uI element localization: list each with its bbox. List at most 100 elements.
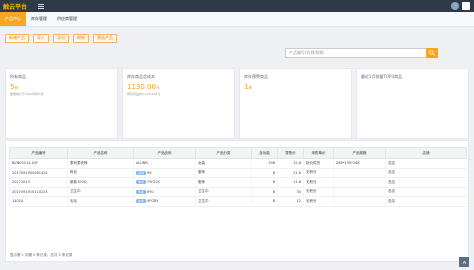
stat-note: 数据统计于2019年的3月 xyxy=(10,92,44,96)
main-content: 新增产品 导入 导出 刷新 筛选产品 产品编号/名称/规格 所有商品 5种 数据… xyxy=(5,32,469,262)
cell-category: 卫生巾 xyxy=(195,187,252,197)
cell-cost: 批价供货 xyxy=(303,158,334,169)
cell-sku: ALUNR xyxy=(133,158,196,169)
cell-store: 总店 xyxy=(385,177,467,188)
toolbar-tabs: 新增产品 导入 导出 刷新 筛选产品 xyxy=(5,32,469,44)
cell-sku: 热卖 YYF20C xyxy=(133,177,196,188)
app-logo: 触云平台 xyxy=(3,3,28,11)
product-table-panel: 产品编号 产品名称 产品品码 产品分类 含功能 零售价 采购单价 产品规格 店铺… xyxy=(5,140,469,262)
filter-product-button[interactable]: 筛选产品 xyxy=(93,33,117,43)
cell-store: 总店 xyxy=(385,187,467,197)
avatar[interactable] xyxy=(451,2,459,10)
col-feature[interactable]: 含功能 xyxy=(251,147,278,159)
stat-title: 最近1月销量TOP3商品 xyxy=(361,74,403,79)
cell-spec xyxy=(333,187,386,197)
stat-title: 库存预警商品 xyxy=(244,74,268,79)
col-cost[interactable]: 采购单价 xyxy=(303,147,334,159)
cell-price: 30 xyxy=(277,187,304,197)
table-row[interactable]: 2017091905061424 粉丝 促销 99 服饰 8 21.8 无积分 总… xyxy=(9,168,467,178)
cell-qty: 8 xyxy=(251,177,278,188)
stat-card-stock-warning: 库存预警商品 1种 xyxy=(239,68,352,139)
cell-price: 12.8 xyxy=(277,158,304,169)
cell-name: 泰利泰安锋 xyxy=(67,158,134,169)
topbar-actions xyxy=(451,2,470,10)
cell-qty: 8 xyxy=(251,168,278,178)
col-name[interactable]: 产品名称 xyxy=(67,147,134,159)
status-badge: 热卖 xyxy=(136,180,147,185)
search-icon xyxy=(429,50,435,56)
cell-category: 服饰 xyxy=(195,168,252,178)
cell-cost: 无积分 xyxy=(303,187,334,197)
cell-code: BVN05214-02F xyxy=(9,158,68,169)
nav-supplier[interactable]: 供应商管理 xyxy=(52,12,82,26)
export-button[interactable]: 导出 xyxy=(53,33,69,43)
top-bar: 触云平台 xyxy=(0,0,474,12)
col-code[interactable]: 产品编号 xyxy=(9,147,68,159)
stat-value: 5种 xyxy=(10,83,18,91)
table-row[interactable]: 20171013 新款100片 热卖 YYF20C 服饰 8 11.8 无积分 总… xyxy=(9,177,467,188)
table-row[interactable]: 2017091910110224 卫生巾 热卖 6Y0 卫生巾 8 30 无积分 … xyxy=(9,187,467,197)
table-header-row: 产品编号 产品名称 产品品码 产品分类 含功能 零售价 采购单价 产品规格 店铺 xyxy=(9,147,467,159)
stat-card-all-products: 所有商品 5种 数据统计于2019年的3月 xyxy=(5,68,118,139)
col-category[interactable]: 产品分类 xyxy=(195,147,252,159)
cell-code: 2017091910110224 xyxy=(9,187,68,197)
cell-name: 毛毛 xyxy=(67,196,134,207)
cell-name: 粉丝 xyxy=(67,168,134,178)
chevron-up-icon xyxy=(462,260,466,264)
main-nav: 产品中心 库存管理 供应商管理 xyxy=(0,12,474,27)
cell-cost: 无积分 xyxy=(303,177,334,188)
cell-category: 女装 xyxy=(195,158,252,169)
status-badge: 热卖 xyxy=(136,199,147,204)
stat-title: 所有商品 xyxy=(10,74,26,79)
cell-qty: 8 xyxy=(251,187,278,197)
cell-spec xyxy=(333,168,386,178)
stat-card-top3: 最近1月销量TOP3商品 xyxy=(356,68,469,139)
col-sku[interactable]: 产品品码 xyxy=(133,147,196,159)
cell-code: 14024 xyxy=(9,196,68,207)
cell-cost: 无积分 xyxy=(303,168,334,178)
cell-sku: 热卖 XFGBY xyxy=(133,196,196,207)
cell-code: 20171013 xyxy=(9,177,68,188)
cell-sku: 促销 99 xyxy=(133,168,196,178)
product-table: 产品编号 产品名称 产品品码 产品分类 含功能 零售价 采购单价 产品规格 店铺… xyxy=(9,147,467,207)
col-spec[interactable]: 产品规格 xyxy=(333,147,386,159)
col-price[interactable]: 零售价 xyxy=(277,147,304,159)
cell-category: 卫生巾 xyxy=(195,196,252,207)
cell-store: 总店 xyxy=(385,196,467,207)
cell-price: 12 xyxy=(277,196,304,207)
status-badge: 促销 xyxy=(136,170,147,175)
refresh-button[interactable]: 刷新 xyxy=(73,33,89,43)
status-badge: 热卖 xyxy=(136,189,147,194)
stats-row: 所有商品 5种 数据统计于2019年的3月 库存商品总成本 1130.00元 所… xyxy=(5,68,469,139)
nav-inventory[interactable]: 库存管理 xyxy=(26,12,52,26)
cell-qty: 296 xyxy=(251,158,278,169)
search-input[interactable]: 产品编号/名称/规格 xyxy=(285,48,428,58)
cell-category: 服饰 xyxy=(195,177,252,188)
scroll-top-button[interactable] xyxy=(459,257,469,267)
cell-sku: 热卖 6Y0 xyxy=(133,187,196,197)
cell-name: 新款100片 xyxy=(67,177,134,188)
table-row[interactable]: BVN05214-02F 泰利泰安锋 ALUNR 女装 296 12.8 批价供… xyxy=(9,158,467,169)
cell-spec xyxy=(333,177,386,188)
stat-title: 库存商品总成本 xyxy=(127,74,155,79)
col-store[interactable]: 店铺 xyxy=(385,147,467,159)
cell-price: 11.8 xyxy=(277,177,304,188)
search-button[interactable] xyxy=(426,48,438,58)
cell-spec: 286*130*268 xyxy=(333,158,386,169)
import-button[interactable]: 导入 xyxy=(33,33,49,43)
table-row[interactable]: 14024 毛毛 热卖 XFGBY 卫生巾 8 12 无积分 总店 xyxy=(9,196,467,207)
stat-note: 所有商品共1,128,208元 xyxy=(127,92,161,96)
stat-card-inventory-cost: 库存商品总成本 1130.00元 所有商品共1,128,208元 xyxy=(122,68,235,139)
stat-value: 1130.00元 xyxy=(127,83,160,91)
cell-store: 总店 xyxy=(385,168,467,178)
menu-icon[interactable] xyxy=(38,3,44,9)
settings-icon[interactable] xyxy=(462,2,470,10)
cell-price: 21.8 xyxy=(277,168,304,178)
nav-product-center[interactable]: 产品中心 xyxy=(0,12,26,26)
pagination-info: 显示第 1 到第 5 条记录，总共 5 条记录 xyxy=(10,253,73,257)
cell-spec xyxy=(333,196,386,207)
stat-value: 1种 xyxy=(244,83,252,91)
cell-qty: 8 xyxy=(251,196,278,207)
add-product-button[interactable]: 新增产品 xyxy=(5,33,29,43)
cell-store: 总店 xyxy=(385,158,467,169)
